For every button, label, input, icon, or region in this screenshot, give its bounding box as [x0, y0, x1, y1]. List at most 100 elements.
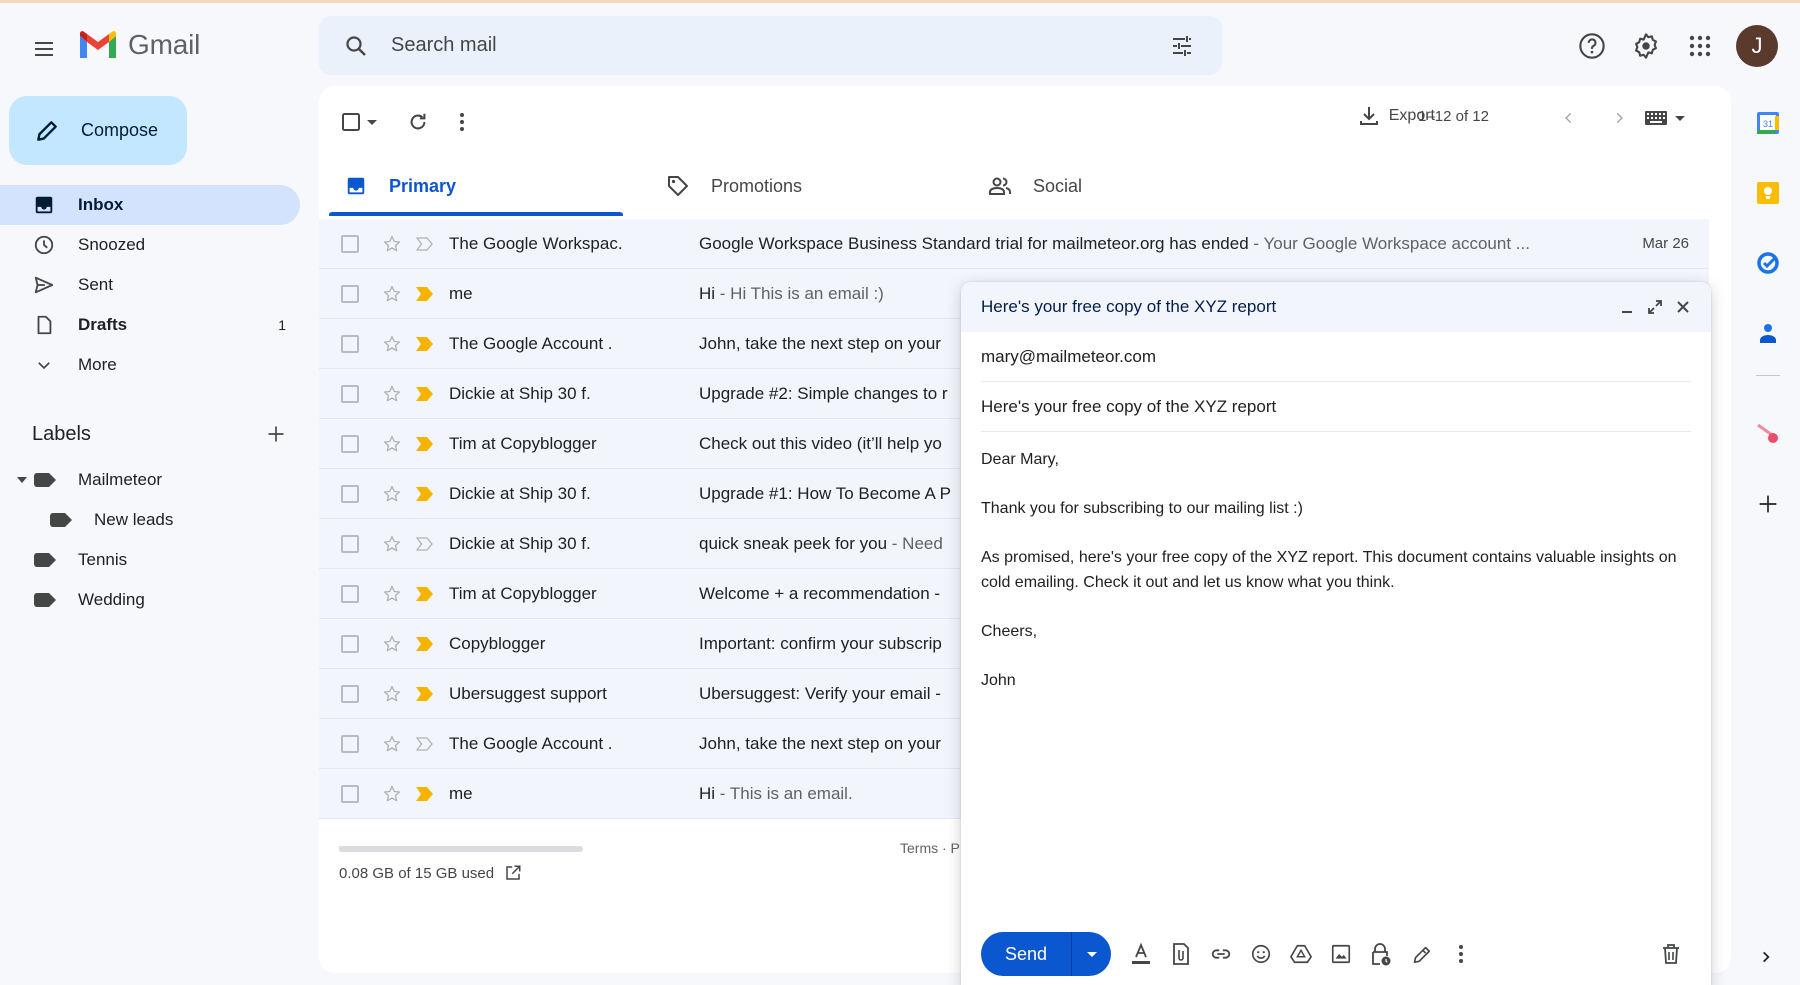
show-side-panel-button[interactable]: [1752, 943, 1780, 971]
full-screen-button[interactable]: [1643, 295, 1667, 319]
nav-item-sent[interactable]: Sent: [0, 265, 300, 305]
star-button[interactable]: [381, 633, 403, 655]
star-button[interactable]: [381, 383, 403, 405]
insert-photo-button[interactable]: [1321, 934, 1361, 974]
compose-header[interactable]: Here's your free copy of the XYZ report: [961, 282, 1711, 332]
caret-down-icon[interactable]: [17, 475, 27, 485]
message-body[interactable]: Dear Mary, Thank you for subscribing to …: [981, 448, 1691, 693]
attach-files-button[interactable]: [1161, 934, 1201, 974]
importance-marker[interactable]: [415, 686, 435, 702]
select-all-checkbox[interactable]: [341, 104, 361, 140]
star-button[interactable]: [381, 683, 403, 705]
discard-draft-button[interactable]: [1651, 934, 1691, 974]
star-button[interactable]: [381, 433, 403, 455]
importance-marker[interactable]: [415, 736, 435, 752]
importance-marker[interactable]: [415, 386, 435, 402]
row-checkbox[interactable]: [341, 384, 359, 403]
star-button[interactable]: [381, 333, 403, 355]
newer-button[interactable]: [1555, 104, 1583, 132]
importance-marker[interactable]: [415, 586, 435, 602]
search-button[interactable]: [341, 31, 371, 61]
search-options-button[interactable]: [1166, 30, 1198, 62]
compose-button[interactable]: Compose: [9, 96, 187, 165]
minimize-button[interactable]: [1615, 295, 1639, 319]
row-checkbox[interactable]: [341, 734, 359, 753]
close-compose-button[interactable]: [1671, 295, 1695, 319]
row-checkbox[interactable]: [341, 234, 359, 253]
to-field[interactable]: [981, 332, 1691, 382]
star-button[interactable]: [381, 783, 403, 805]
row-checkbox[interactable]: [341, 284, 359, 303]
insert-drive-button[interactable]: [1281, 934, 1321, 974]
contacts-app-button[interactable]: [1748, 313, 1788, 353]
label-item-new-leads[interactable]: New leads: [0, 500, 300, 540]
row-checkbox[interactable]: [341, 434, 359, 453]
insert-signature-button[interactable]: [1401, 934, 1441, 974]
send-button[interactable]: Send: [981, 932, 1071, 976]
formatting-options-button[interactable]: [1121, 934, 1161, 974]
star-button[interactable]: [381, 733, 403, 755]
main-menu-button[interactable]: [26, 31, 62, 67]
star-button[interactable]: [381, 483, 403, 505]
row-checkbox[interactable]: [341, 684, 359, 703]
row-checkbox[interactable]: [341, 634, 359, 653]
label-item-wedding[interactable]: Wedding: [0, 580, 300, 620]
input-tools-button[interactable]: [1645, 104, 1685, 132]
row-checkbox[interactable]: [341, 784, 359, 803]
manage-storage-link[interactable]: [504, 864, 522, 882]
older-button[interactable]: [1605, 104, 1633, 132]
row-checkbox[interactable]: [341, 484, 359, 503]
nav-item-more[interactable]: More: [0, 345, 300, 385]
star-button[interactable]: [381, 233, 403, 255]
importance-marker[interactable]: [415, 636, 435, 652]
label-item-mailmeteor[interactable]: Mailmeteor: [0, 460, 300, 500]
importance-marker[interactable]: [415, 536, 435, 552]
mailmeteor-app-button[interactable]: [1748, 414, 1788, 454]
keep-app-button[interactable]: [1748, 173, 1788, 213]
confidential-mode-button[interactable]: [1361, 934, 1401, 974]
chevron-right-icon: [1616, 112, 1623, 124]
insert-link-button[interactable]: [1201, 934, 1241, 974]
tab-promotions[interactable]: Promotions: [651, 156, 973, 216]
google-apps-button[interactable]: [1680, 26, 1720, 66]
insert-emoji-button[interactable]: [1241, 934, 1281, 974]
label-item-tennis[interactable]: Tennis: [0, 540, 300, 580]
tab-social[interactable]: Social: [973, 156, 1295, 216]
account-avatar[interactable]: J: [1736, 25, 1778, 67]
email-row[interactable]: The Google Workspac. Google Workspace Bu…: [319, 219, 1709, 269]
footer-links[interactable]: Terms · P: [900, 840, 960, 856]
refresh-button[interactable]: [407, 104, 429, 140]
help-button[interactable]: [1572, 26, 1612, 66]
search-input[interactable]: [391, 34, 1166, 57]
nav-item-drafts[interactable]: Drafts 1: [0, 305, 300, 345]
importance-marker[interactable]: [415, 236, 435, 252]
subject-input[interactable]: [981, 396, 1691, 417]
more-options-button[interactable]: [1441, 934, 1481, 974]
schedule-send-button[interactable]: [1071, 932, 1111, 976]
row-checkbox[interactable]: [341, 584, 359, 603]
nav-item-inbox[interactable]: Inbox: [0, 185, 300, 225]
importance-marker[interactable]: [415, 336, 435, 352]
select-dropdown-button[interactable]: [367, 104, 377, 140]
tasks-app-button[interactable]: [1748, 243, 1788, 283]
to-input[interactable]: [981, 346, 1691, 367]
importance-marker[interactable]: [415, 486, 435, 502]
row-checkbox[interactable]: [341, 334, 359, 353]
tab-primary[interactable]: Primary: [329, 156, 651, 216]
nav-item-snoozed[interactable]: Snoozed: [0, 225, 300, 265]
importance-marker[interactable]: [415, 786, 435, 802]
more-actions-button[interactable]: [459, 104, 465, 140]
row-checkbox[interactable]: [341, 534, 359, 553]
gmail-logo[interactable]: Gmail: [78, 29, 200, 61]
importance-marker[interactable]: [415, 436, 435, 452]
get-addons-button[interactable]: [1748, 484, 1788, 524]
create-label-button[interactable]: [260, 418, 292, 450]
settings-button[interactable]: [1626, 26, 1666, 66]
importance-marker[interactable]: [415, 286, 435, 302]
star-button[interactable]: [381, 533, 403, 555]
not-important-icon: [416, 736, 434, 751]
calendar-app-button[interactable]: 31: [1748, 103, 1788, 143]
subject-field[interactable]: [981, 382, 1691, 432]
star-button[interactable]: [381, 583, 403, 605]
star-button[interactable]: [381, 283, 403, 305]
